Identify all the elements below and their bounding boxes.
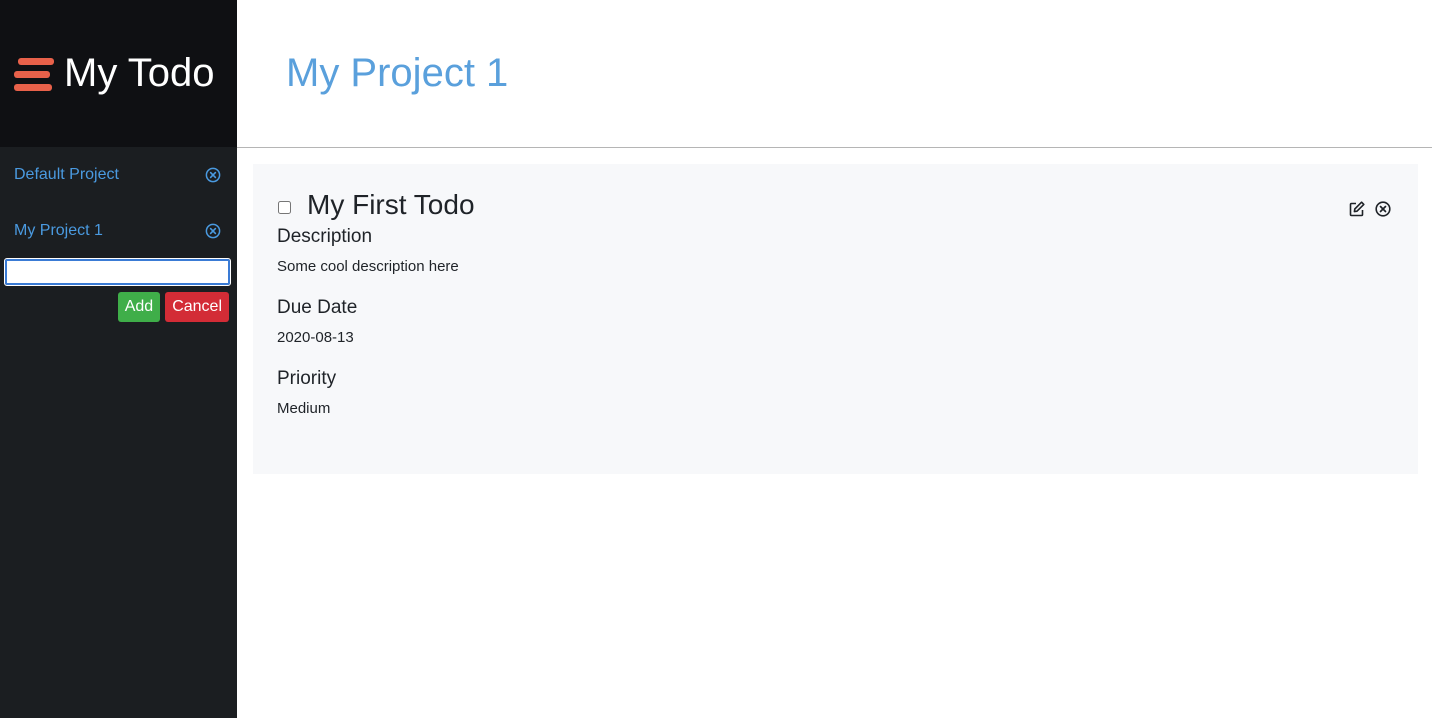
form-buttons: Add Cancel [5,292,230,322]
hamburger-stack-icon [14,56,54,92]
priority-label: Priority [277,368,337,389]
project-label[interactable]: My Project 1 [14,222,103,240]
brand: My Todo [0,0,237,147]
description-label: Description [277,226,373,247]
todo-field-description: Description Some cool description here [277,226,1394,275]
todo-header: My First Todo [277,188,1394,222]
due-date-label: Due Date [277,297,358,318]
description-value: Some cool description here [277,258,459,275]
todo-field-due-date: Due Date 2020-08-13 [277,297,1394,346]
add-button[interactable]: Add [117,292,161,322]
circle-x-icon[interactable] [205,223,221,239]
project-label[interactable]: Default Project [14,166,119,184]
todo-title: My First Todo [307,189,475,220]
sidebar: My Todo Default Project My Project 1 Add… [0,0,237,718]
main-content: My Project 1 My First Todo Description S… [237,0,1432,718]
new-project-input[interactable] [4,258,231,286]
page-title: My Project 1 [286,51,509,95]
due-date-value: 2020-08-13 [277,329,354,346]
todo-card: My First Todo Description Some cool desc… [253,164,1418,474]
todo-field-priority: Priority Medium [277,368,1394,417]
sidebar-item-default-project[interactable]: Default Project [0,147,237,203]
todo-complete-checkbox[interactable] [278,200,291,214]
app-title: My Todo [64,51,215,95]
cancel-button[interactable]: Cancel [165,292,229,322]
priority-value: Medium [277,400,331,417]
circle-x-icon[interactable] [1374,200,1392,218]
project-list: Default Project My Project 1 [0,147,237,259]
todo-actions [1348,200,1392,218]
edit-icon[interactable] [1348,200,1366,218]
sidebar-item-my-project-1[interactable]: My Project 1 [0,203,237,259]
circle-x-icon[interactable] [205,167,221,183]
new-project-form: Add Cancel [0,258,237,322]
page-header: My Project 1 [237,0,1432,148]
